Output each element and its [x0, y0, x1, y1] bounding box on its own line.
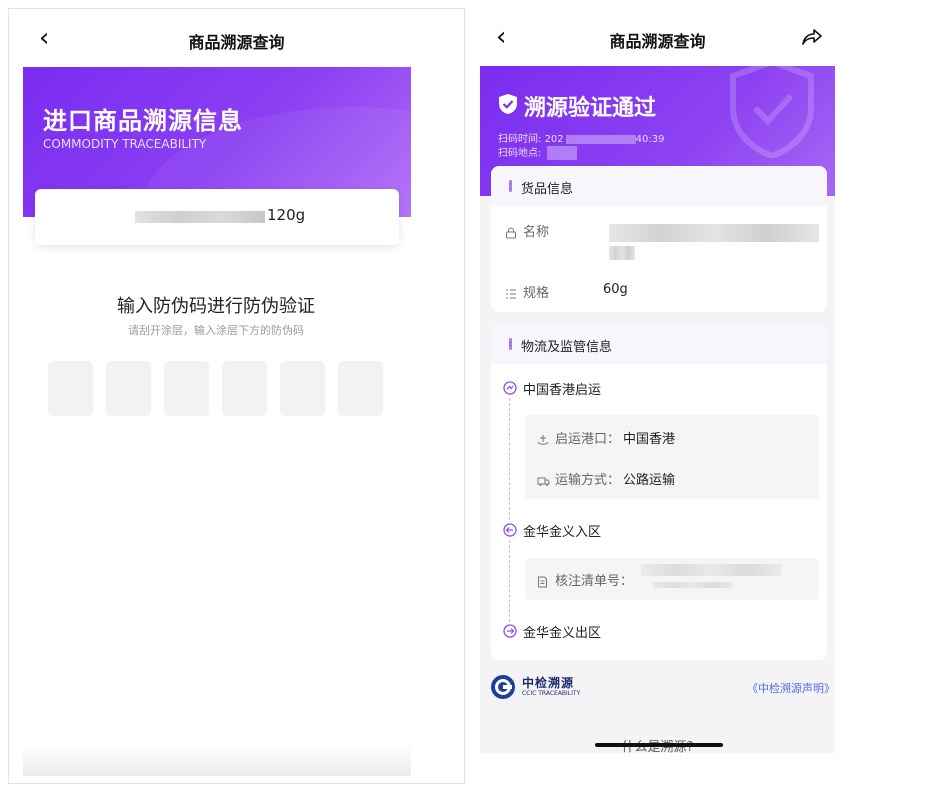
page-title: 商品溯源查询 — [609, 32, 706, 51]
scan-place: 扫码地点: — [498, 144, 577, 160]
redacted-place — [546, 146, 577, 160]
scan-place-label: 扫码地点: — [498, 148, 542, 159]
truck-icon — [537, 472, 550, 486]
stop-label: 金华金义出区 — [523, 626, 602, 641]
lock-icon — [505, 224, 517, 239]
verify-status: 溯源验证通过 — [498, 90, 656, 122]
transport-value: 公路运输 — [623, 473, 676, 488]
spec-label: 规格 — [523, 286, 550, 301]
spec-value: 60g — [603, 282, 628, 297]
section-marker — [509, 180, 512, 192]
code-input-4[interactable] — [222, 361, 267, 416]
product-card: 120g — [35, 189, 399, 245]
code-input-2[interactable] — [106, 361, 151, 416]
stop-label: 金华金义入区 — [523, 525, 602, 540]
stop-label: 中国香港启运 — [523, 383, 602, 398]
code-input-group — [48, 361, 383, 416]
port-icon — [537, 431, 549, 445]
page-title: 商品溯源查询 — [188, 33, 285, 52]
card-header: 货品信息 — [491, 166, 827, 206]
org-name-en: CCIC TRACEABILITY — [522, 690, 581, 697]
redacted-name — [609, 224, 819, 242]
document-icon — [537, 573, 549, 588]
departure-port-label: 启运港口： — [555, 432, 621, 447]
goods-info-card: 货品信息 名称 规格 60g — [491, 166, 827, 312]
entry-stop-icon — [503, 522, 517, 537]
navbar: ‹ 商品溯源查询 — [480, 8, 835, 66]
hero-subtitle: COMMODITY TRACEABILITY — [43, 137, 207, 151]
hero-title: 进口商品溯源信息 — [43, 107, 243, 135]
right-screen: ‹ 商品溯源查询 溯源验证通过 扫码时间: 202 40:39 扫码地点: 货品信… — [480, 8, 835, 753]
redacted-filing-number-2 — [653, 582, 733, 588]
product-weight: 120g — [267, 206, 306, 224]
bottom-fade — [23, 744, 411, 776]
left-screen: ‹ 商品溯源查询 进口商品溯源信息 COMMODITY TRACEABILITY… — [8, 8, 465, 784]
shield-watermark-icon — [727, 66, 817, 162]
redacted-product-name — [135, 211, 265, 223]
section-marker — [509, 338, 512, 350]
shield-check-icon — [498, 93, 518, 119]
scan-time: 扫码时间: 202 40:39 — [498, 130, 664, 145]
scan-time-suffix: 40:39 — [635, 134, 665, 145]
entry-details: 核注清单号： — [525, 558, 819, 600]
departure-details: 启运港口： 中国香港 运输方式： 公路运输 — [525, 415, 819, 499]
code-input-3[interactable] — [164, 361, 209, 416]
filing-number-label: 核注清单号： — [555, 574, 634, 589]
ccic-logo-icon — [490, 674, 516, 704]
share-icon[interactable] — [801, 28, 823, 50]
departure-stop-icon — [503, 380, 517, 395]
redacted-time — [565, 134, 636, 144]
card-header: 物流及监管信息 — [491, 324, 827, 364]
list-icon — [505, 285, 517, 299]
logistics-card: 物流及监管信息 中国香港启运 启运港口： 中国香港 运输方式： 公路运输 金华金… — [491, 324, 827, 660]
redacted-filing-number — [641, 564, 781, 576]
code-input-6[interactable] — [338, 361, 383, 416]
code-input-5[interactable] — [280, 361, 325, 416]
org-name: 中检溯源 — [522, 676, 575, 690]
transport-label: 运输方式： — [555, 473, 621, 488]
timeline-connector — [509, 398, 510, 520]
navbar: ‹ 商品溯源查询 — [9, 9, 464, 67]
verify-title: 输入防伪码进行防伪验证 — [117, 296, 315, 317]
section-title: 货品信息 — [521, 182, 574, 197]
footer: 中检溯源 CCIC TRACEABILITY 《中检溯源声明》 — [480, 668, 835, 718]
home-indicator — [595, 743, 723, 747]
redacted-name-2 — [609, 246, 635, 260]
name-label: 名称 — [523, 225, 550, 240]
section-title: 物流及监管信息 — [521, 340, 613, 355]
exit-stop-icon — [503, 623, 517, 638]
status-text: 溯源验证通过 — [524, 96, 657, 121]
code-input-1[interactable] — [48, 361, 93, 416]
statement-link[interactable]: 《中检溯源声明》 — [747, 680, 835, 696]
timeline-connector — [509, 540, 510, 622]
departure-port-value: 中国香港 — [623, 432, 676, 447]
verify-hint: 请刮开涂层，输入涂层下方的防伪码 — [128, 324, 304, 337]
